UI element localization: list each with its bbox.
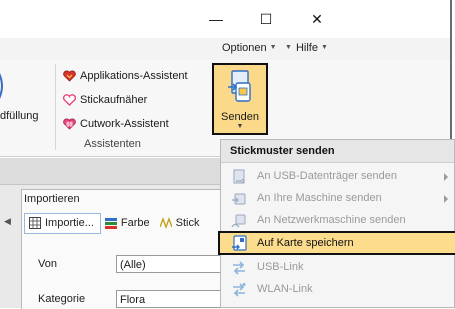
grid-icon [29,217,41,229]
send-button[interactable]: Senden ▼ [212,63,268,135]
menu-item-network-machine[interactable]: An Netzwerkmaschine senden [221,210,454,232]
usb-drive-icon [233,169,245,184]
submenu-arrow-icon [444,195,448,203]
chevron-down-icon: ▼ [236,123,244,130]
menu-options[interactable]: Optionen ▼ [222,42,277,54]
category-select[interactable]: Flora [116,290,226,308]
stickaufnaeher-label: Stickaufnäher [80,94,148,106]
menu-item-usb-link-label: USB-Link [257,261,304,273]
heart-cutwork-icon [63,118,76,130]
machine-icon [232,193,246,205]
tab-import[interactable]: Importie... [24,212,101,234]
menu-item-wlan-link[interactable]: WLAN-Link [221,279,454,301]
menu-item-usb-drive[interactable]: An USB-Datenträger senden [221,166,454,188]
import-panel-title: Importieren [24,193,80,205]
menu-title: Stickmuster senden [230,145,335,157]
applikations-assistent-label: Applikations-Assistent [80,70,188,82]
tab-color[interactable]: Farbe [101,213,156,233]
maximize-button[interactable]: ☐ [255,8,277,30]
menu-bar: Optionen ▼ ▼ Hilfe ▼ [0,38,450,61]
menu-item-usb-link[interactable]: USB-Link [221,257,454,279]
send-design-menu: Stickmuster senden An USB-Datenträger se… [218,139,455,308]
menu-help-label: Hilfe [295,42,318,54]
cutwork-assistent-button[interactable]: Cutwork-Assistent [63,118,169,130]
tab-stitch[interactable]: Stick [156,213,206,233]
close-icon: ✕ [311,10,323,27]
menu-item-wlan-link-label: WLAN-Link [257,283,313,295]
color-icon [104,218,117,229]
collapse-arrow-icon[interactable]: ◀ [4,216,11,227]
stitch-icon [159,217,172,229]
menu-item-save-to-card[interactable]: Auf Karte speichern [218,231,455,255]
menu-options-label: Optionen [222,42,267,54]
ribbon-separator [55,64,56,150]
chevron-down-icon: ▼ [285,44,292,51]
minimize-button[interactable]: — [205,8,227,30]
minimize-icon: — [209,11,223,27]
ribbon-group-label: Assistenten [84,138,141,150]
menu-item-network-machine-label: An Netzwerkmaschine senden [257,214,406,226]
chevron-down-icon: ▼ [269,44,277,51]
partial-ribbon-label[interactable]: dfüllung [0,110,39,122]
title-bar: — ☐ ✕ [0,0,450,38]
menu-item-save-to-card-label: Auf Karte speichern [257,237,354,249]
menu-item-usb-drive-label: An USB-Datenträger senden [257,170,398,182]
send-button-label: Senden [221,111,259,123]
close-button[interactable]: ✕ [306,8,328,30]
partial-ribbon-icon [0,73,3,99]
usb-link-icon [233,261,245,275]
from-label: Von [38,258,57,270]
heart-outline-icon [63,94,76,106]
wlan-link-icon [233,283,246,297]
heart-filled-icon [63,70,76,82]
tab-stitch-label: Stick [175,217,200,229]
network-machine-icon [231,214,246,228]
submenu-arrow-icon [444,173,448,181]
applikations-assistent-button[interactable]: Applikations-Assistent [63,70,188,82]
tab-import-label: Importie... [45,217,94,229]
send-design-icon [228,70,251,102]
tab-color-label: Farbe [120,217,150,229]
chevron-down-icon: ▼ [320,44,328,51]
category-label: Kategorie [38,293,86,305]
import-subtabs: Importie... Farbe Stick [24,212,206,234]
stickaufnaeher-button[interactable]: Stickaufnäher [63,94,147,106]
menu-help[interactable]: ▼ Hilfe ▼ [285,42,328,54]
from-select[interactable]: (Alle) [116,255,226,273]
maximize-icon: ☐ [259,10,273,27]
menu-item-your-machine[interactable]: An Ihre Maschine senden [221,188,454,210]
cutwork-assistent-label: Cutwork-Assistent [80,118,169,130]
menu-item-your-machine-label: An Ihre Maschine senden [257,192,382,204]
save-card-icon [232,235,247,251]
